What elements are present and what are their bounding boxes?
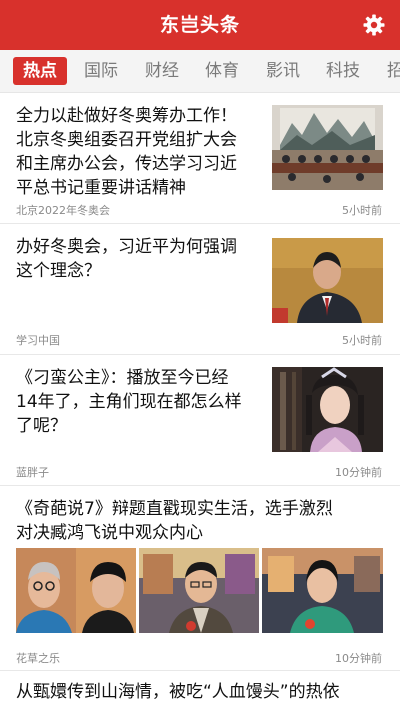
news-headline: 办好冬奥会，习近平为何强调 这个理念？ — [16, 237, 237, 281]
news-time: 10分钟前 — [335, 652, 382, 665]
news-thumbnail — [272, 105, 383, 190]
title-bar: 东岂头条 — [0, 0, 400, 50]
category-tabs: 热点 国际 财经 体育 影讯 科技 招 — [0, 50, 400, 93]
tab-sports[interactable]: 体育 — [205, 57, 239, 85]
news-time: 10分钟前 — [335, 466, 382, 479]
gear-icon[interactable] — [362, 13, 386, 37]
tab-movies[interactable]: 影讯 — [266, 57, 300, 85]
news-time: 5小时前 — [342, 204, 382, 217]
news-thumbnail — [272, 238, 383, 323]
tab-international[interactable]: 国际 — [84, 57, 118, 85]
news-source: 学习中国 — [16, 334, 60, 347]
news-headline: 从甄嬛传到山海情，被吃“人血馒头”的热依 — [16, 682, 340, 702]
tab-technology[interactable]: 科技 — [326, 57, 360, 85]
news-thumbnail — [272, 367, 383, 452]
app-title: 东岂头条 — [159, 14, 240, 36]
news-image-1 — [16, 548, 136, 633]
news-item[interactable]: 全力以赴做好冬奥筹办工作！ 北京冬奥组委召开党组扩大会 和主席办公会，传达学习习… — [0, 93, 400, 224]
news-item[interactable]: 从甄嬛传到山海情，被吃“人血馒头”的热依 — [0, 671, 400, 711]
news-source: 花草之乐 — [16, 652, 60, 665]
news-image-2 — [139, 548, 259, 633]
news-image-3 — [262, 548, 383, 633]
news-item[interactable]: 办好冬奥会，习近平为何强调 这个理念？ 学习中国 5小时前 — [0, 224, 400, 355]
news-item[interactable]: 《奇葩说7》辩题直戳现实生活，选手激烈 对决臧鸿飞说中观众内心 花草之乐 10分… — [0, 486, 400, 671]
news-time: 5小时前 — [342, 334, 382, 347]
tab-more[interactable]: 招 — [387, 57, 400, 85]
news-source: 蓝胖子 — [16, 466, 49, 479]
news-source: 北京2022年冬奥会 — [16, 204, 110, 217]
news-headline: 全力以赴做好冬奥筹办工作！ 北京冬奥组委召开党组扩大会 和主席办公会，传达学习习… — [16, 106, 237, 198]
news-headline: 《刁蛮公主》：播放至今已经 14年了，主角们现在都怎么样 了呢？ — [16, 368, 242, 436]
tab-finance[interactable]: 财经 — [145, 57, 179, 85]
news-headline: 《奇葩说7》辩题直戳现实生活，选手激烈 对决臧鸿飞说中观众内心 — [16, 499, 333, 543]
tab-hot[interactable]: 热点 — [13, 57, 67, 85]
news-item[interactable]: 《刁蛮公主》：播放至今已经 14年了，主角们现在都怎么样 了呢？ 蓝胖子 10分… — [0, 355, 400, 486]
